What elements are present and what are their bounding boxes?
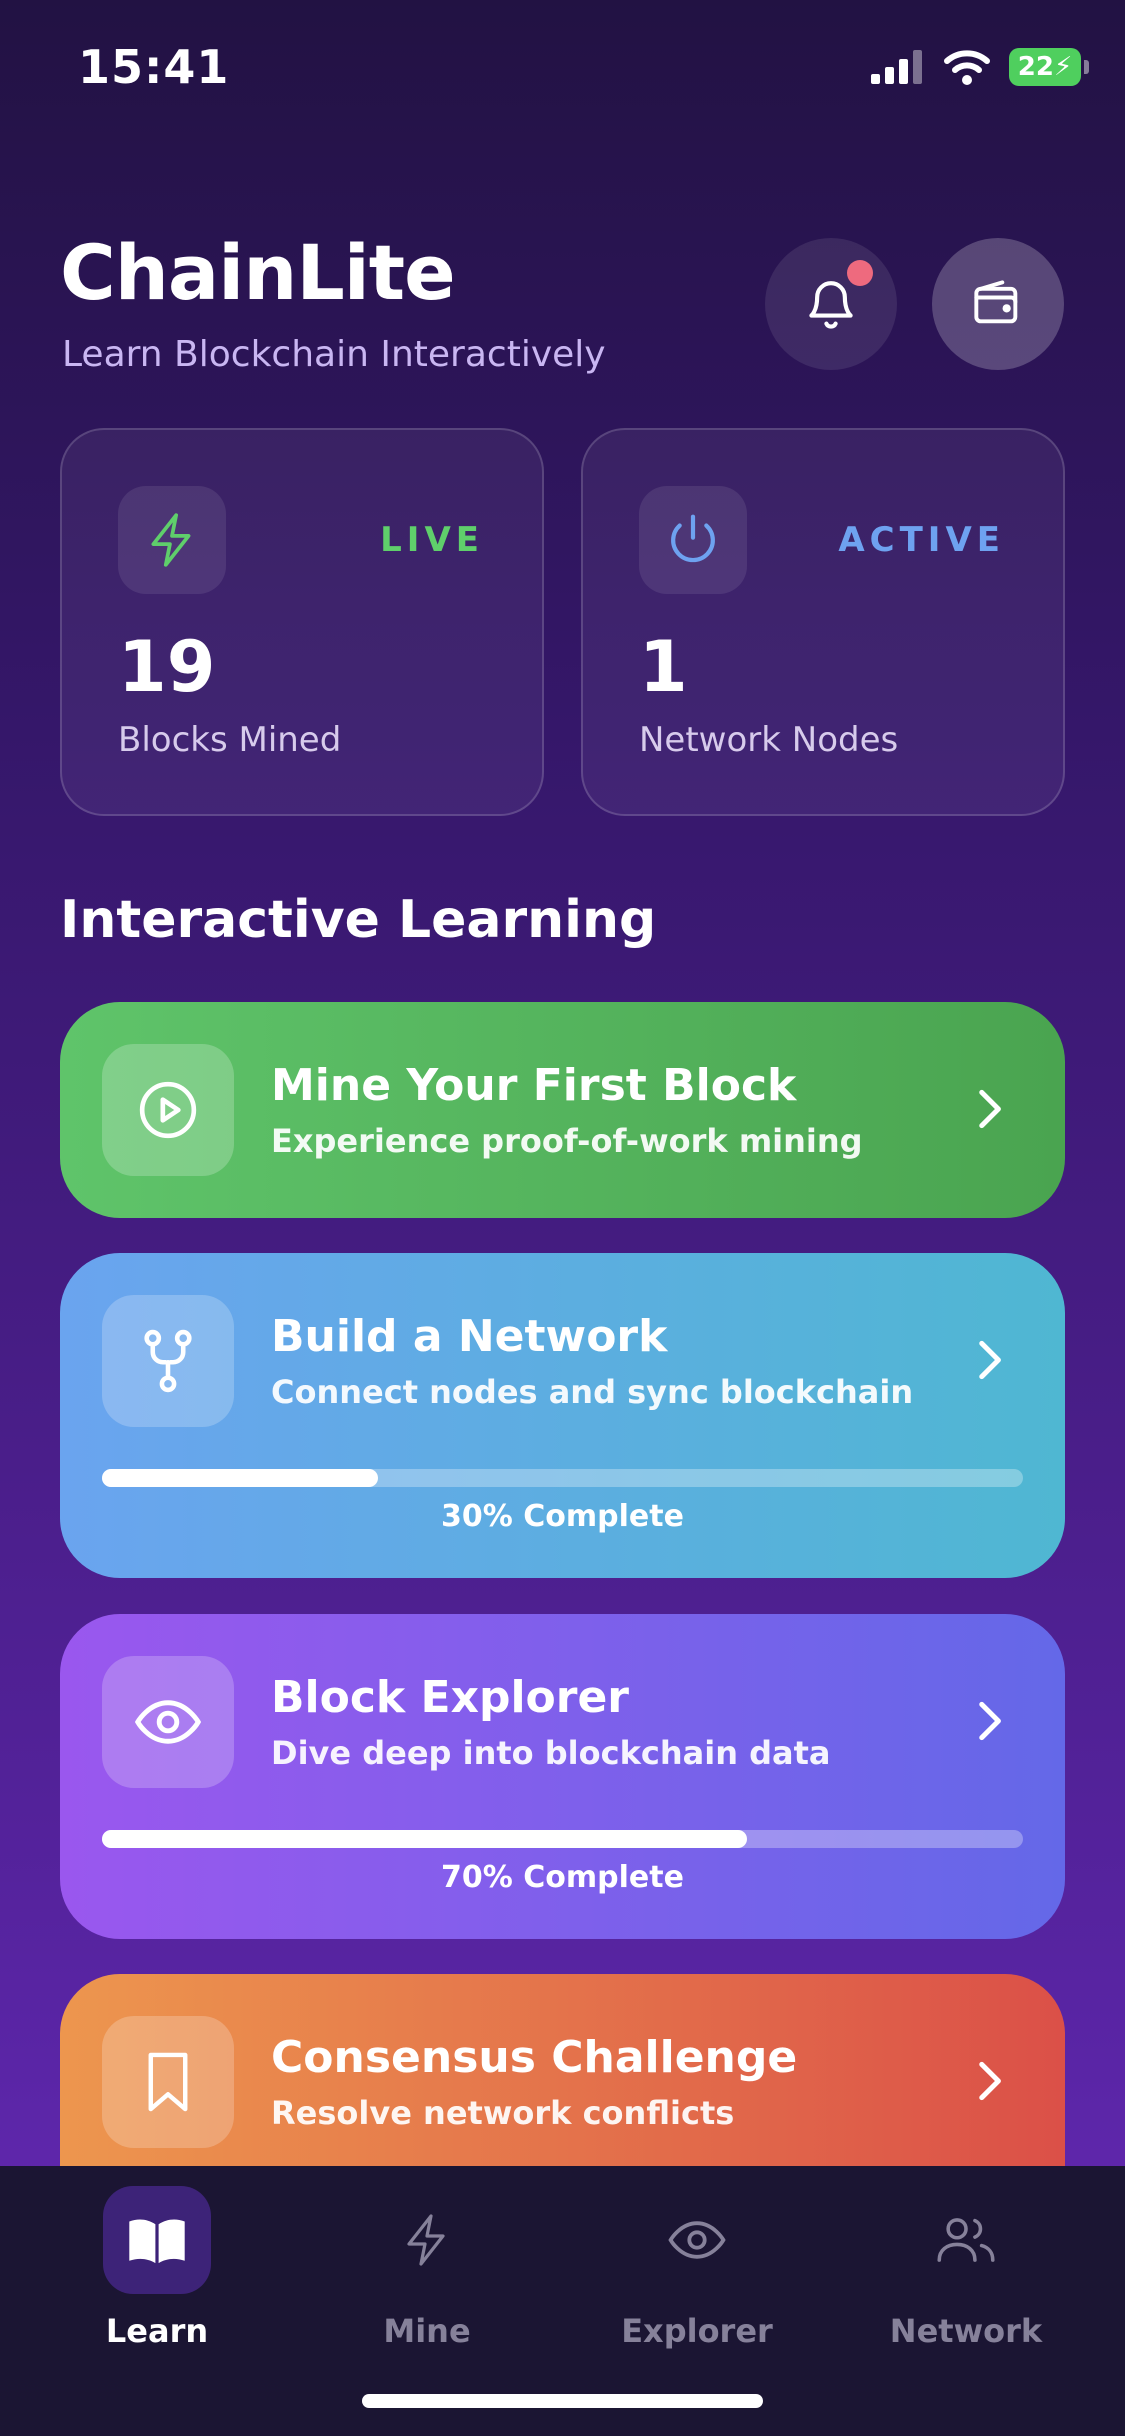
network-nodes-card: ACTIVE 1 Network Nodes	[581, 428, 1065, 816]
lesson-description: Experience proof-of-work mining	[271, 1122, 863, 1160]
lesson-icon-box	[102, 1044, 234, 1176]
bookmark-icon	[148, 2052, 188, 2112]
lesson-icon-box	[102, 1656, 234, 1788]
stat-label: Blocks Mined	[118, 720, 342, 760]
progress-text: 30% Complete	[441, 1499, 684, 1534]
chevron-right-icon	[979, 2061, 1001, 2101]
wifi-icon	[944, 50, 990, 85]
bell-icon	[809, 281, 853, 329]
status-icons: 22 ⚡	[871, 48, 1089, 86]
chevron-right-icon	[979, 1089, 1001, 1129]
eye-icon	[668, 2221, 726, 2259]
lesson-card-mine-first-block[interactable]: Mine Your First Block Experience proof-o…	[60, 1002, 1065, 1218]
progress-bar	[102, 1830, 1023, 1848]
lightning-icon	[407, 2214, 445, 2266]
tab-icon-wrap	[103, 2186, 211, 2294]
tab-explorer[interactable]: Explorer	[597, 2186, 797, 2376]
lesson-title: Block Explorer	[271, 1672, 629, 1723]
tab-label: Network	[889, 2312, 1043, 2350]
lesson-description: Connect nodes and sync blockchain	[271, 1373, 914, 1411]
status-bar: 15:41 22 ⚡	[0, 0, 1125, 140]
status-badge: ACTIVE	[838, 520, 1005, 560]
tab-learn[interactable]: Learn	[57, 2186, 257, 2376]
lesson-card-build-network[interactable]: Build a Network Connect nodes and sync b…	[60, 1253, 1065, 1578]
lesson-card-block-explorer[interactable]: Block Explorer Dive deep into blockchain…	[60, 1614, 1065, 1939]
stat-label: Network Nodes	[639, 720, 899, 760]
signal-icon	[871, 50, 922, 84]
eye-icon	[135, 1700, 201, 1744]
lesson-icon-box	[102, 2016, 234, 2148]
lesson-title: Build a Network	[271, 1311, 668, 1362]
lesson-description: Dive deep into blockchain data	[271, 1734, 831, 1772]
section-title: Interactive Learning	[60, 890, 657, 950]
wallet-button[interactable]	[932, 238, 1064, 370]
app-title: ChainLite	[60, 228, 456, 317]
lightning-icon	[151, 513, 191, 567]
tab-label: Learn	[105, 2312, 209, 2350]
progress-fill	[102, 1469, 379, 1487]
lesson-title: Consensus Challenge	[271, 2032, 798, 2083]
branch-icon	[144, 1329, 192, 1393]
progress-fill	[102, 1830, 747, 1848]
chevron-right-icon	[979, 1701, 1001, 1741]
notification-dot	[847, 260, 873, 286]
play-icon	[139, 1081, 197, 1139]
notifications-button[interactable]	[765, 238, 897, 370]
wallet-icon	[974, 280, 1018, 324]
chevron-right-icon	[979, 1340, 1001, 1380]
tab-network[interactable]: Network	[866, 2186, 1066, 2376]
battery-level: 22	[1017, 52, 1054, 82]
stat-icon-box	[118, 486, 226, 594]
app-subtitle: Learn Blockchain Interactively	[62, 334, 606, 375]
stat-value: 1	[639, 626, 688, 708]
lesson-description: Resolve network conflicts	[271, 2094, 735, 2132]
tab-label: Explorer	[621, 2312, 773, 2350]
stat-icon-box	[639, 486, 747, 594]
tab-icon-wrap	[912, 2186, 1020, 2294]
progress-text: 70% Complete	[441, 1860, 684, 1895]
tab-icon-wrap	[643, 2186, 751, 2294]
users-icon	[937, 2218, 995, 2262]
power-icon	[671, 514, 715, 563]
home-indicator[interactable]	[362, 2394, 763, 2408]
battery-icon: 22 ⚡	[1009, 48, 1089, 86]
tab-mine[interactable]: Mine	[327, 2186, 527, 2376]
stat-value: 19	[118, 626, 216, 708]
lesson-title: Mine Your First Block	[271, 1060, 797, 1111]
status-badge: LIVE	[380, 520, 484, 560]
tab-icon-wrap	[373, 2186, 481, 2294]
blocks-mined-card: LIVE 19 Blocks Mined	[60, 428, 544, 816]
tab-label: Mine	[383, 2312, 471, 2350]
book-icon	[129, 2219, 185, 2264]
status-time: 15:41	[78, 40, 230, 94]
progress-bar	[102, 1469, 1023, 1487]
lesson-icon-box	[102, 1295, 234, 1427]
